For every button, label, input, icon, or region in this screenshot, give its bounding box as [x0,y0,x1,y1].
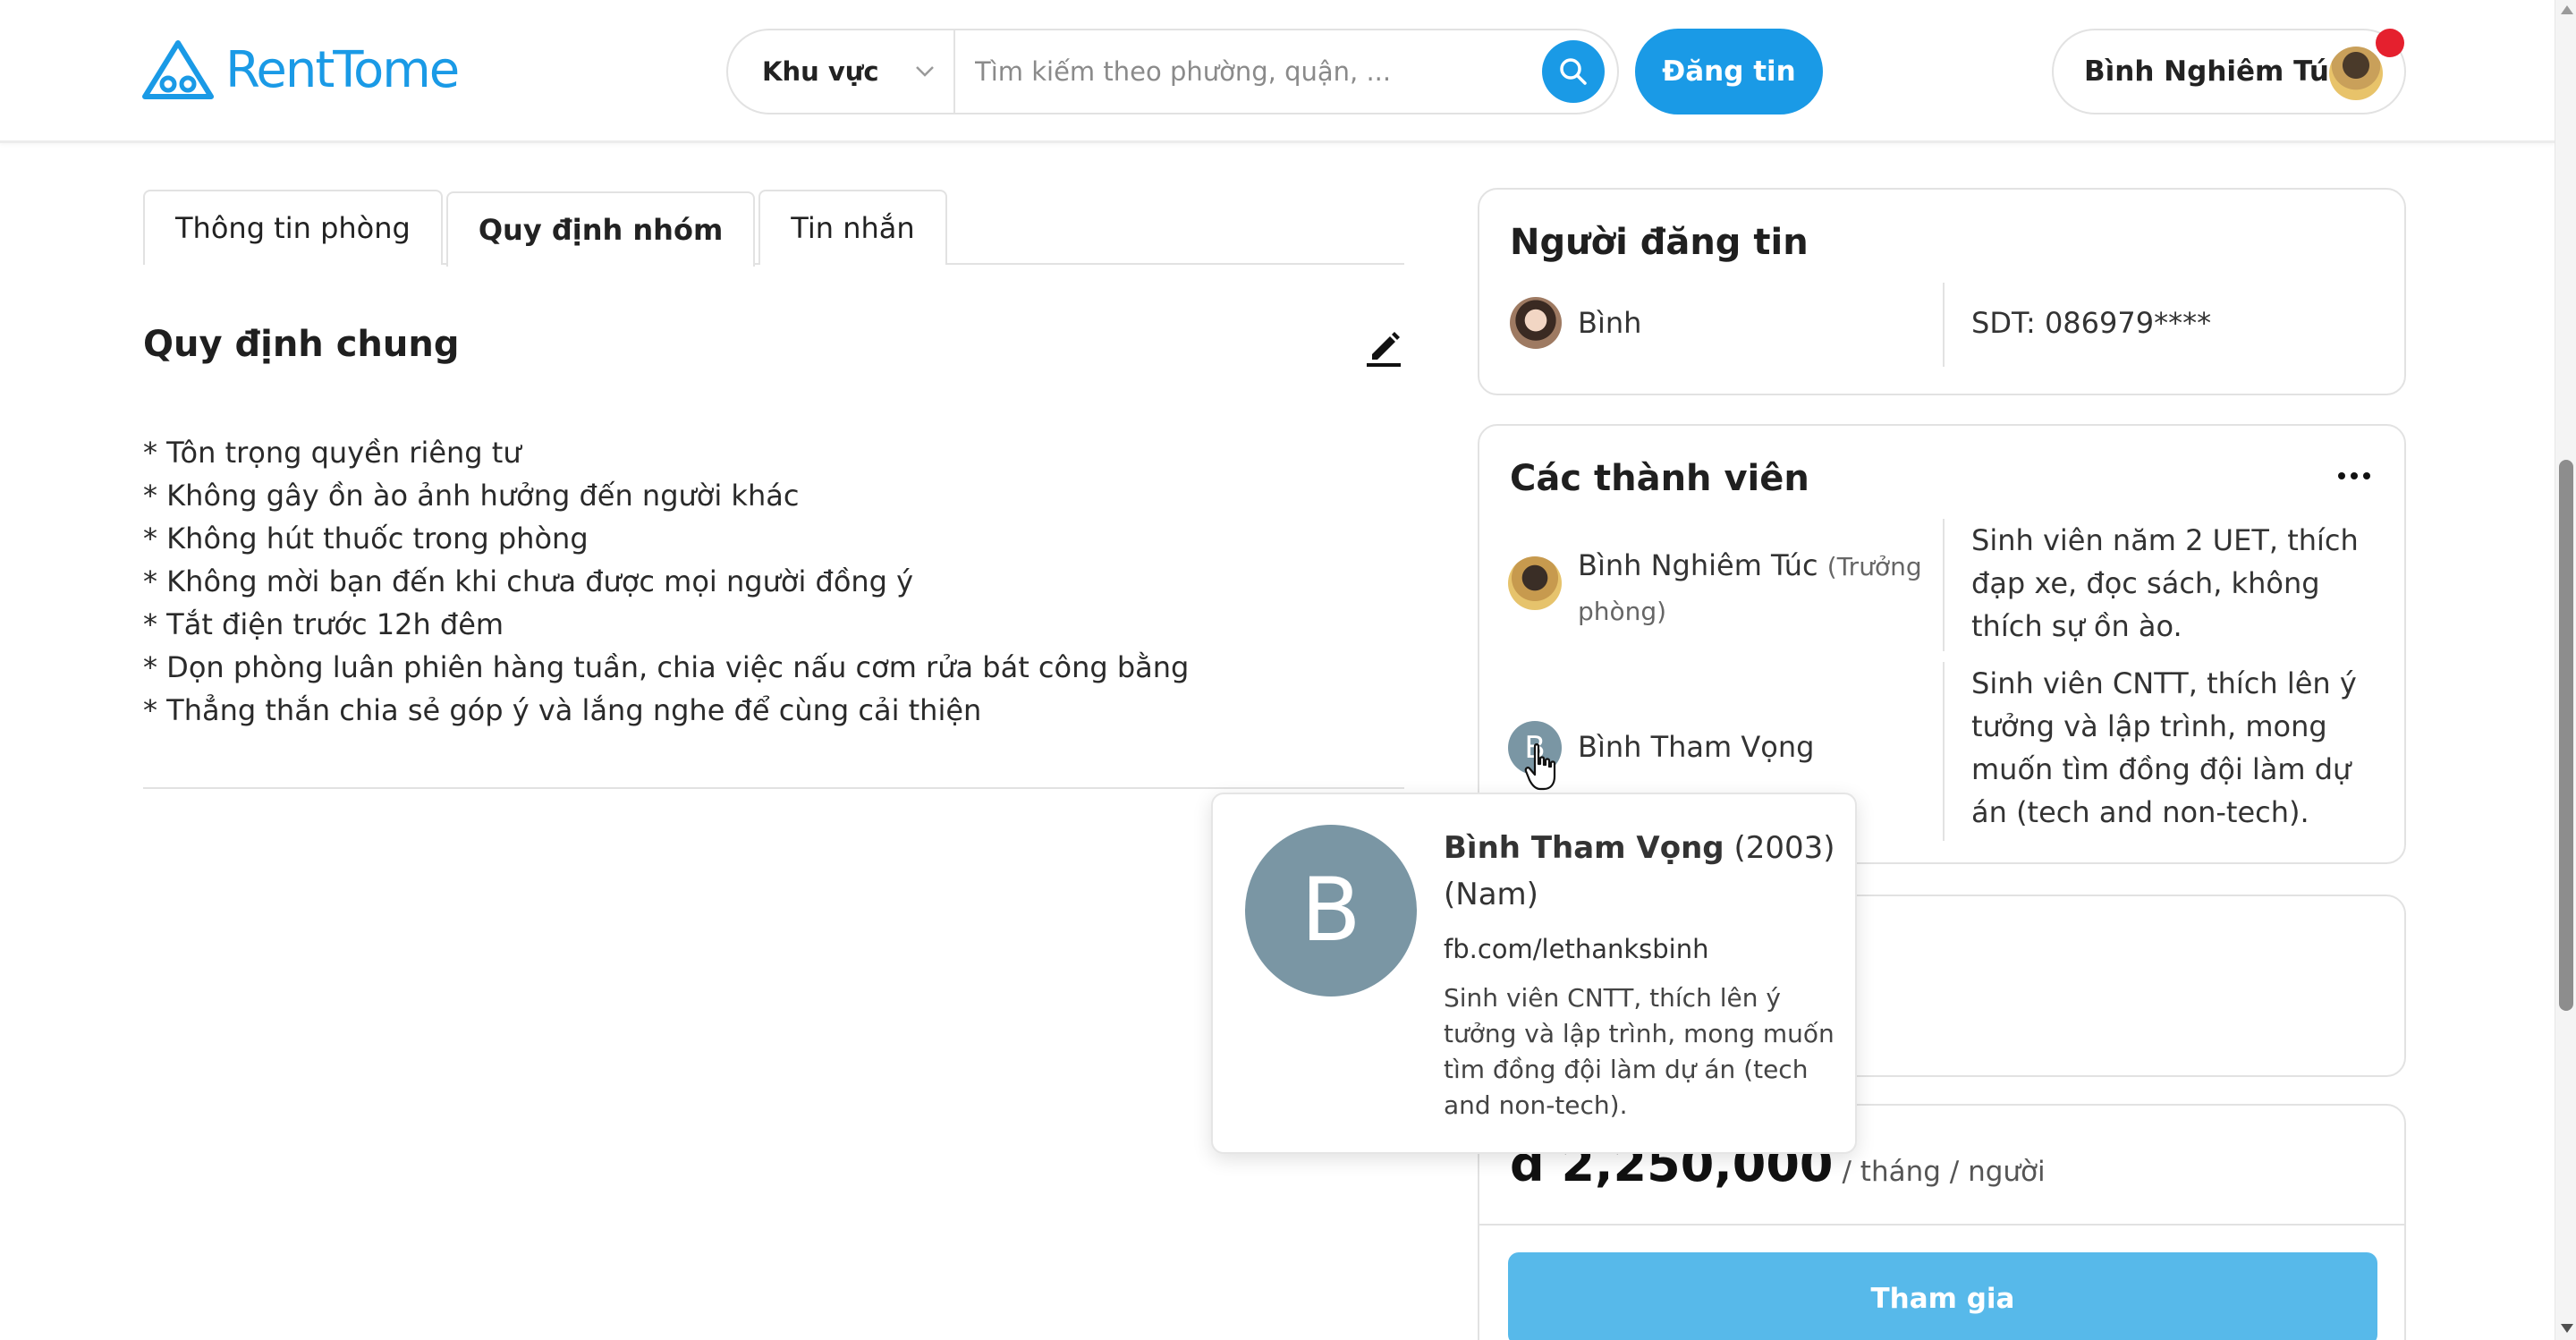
search-icon [1560,58,1587,85]
member-name[interactable]: Bình Nghiêm Túc (Trưởng phòng) [1578,544,1945,633]
edit-icon[interactable] [1363,327,1404,369]
scroll-up-arrow-icon[interactable] [2561,5,2573,14]
logo-icon [142,40,214,99]
rule-item: * Tắt điện trước 12h đêm [143,607,504,641]
vertical-scrollbar[interactable] [2555,0,2576,1340]
rule-item: * Không mời bạn đến khi chưa được mọi ng… [143,564,914,598]
divider [1479,1224,2404,1226]
region-select[interactable]: Khu vực [728,30,955,113]
user-avatar [2329,47,2383,100]
scroll-down-arrow-icon[interactable] [2561,1324,2573,1333]
tab-group-rules[interactable]: Quy định nhóm [445,191,756,267]
popover-avatar: B [1245,825,1417,997]
user-menu[interactable]: Bình Nghiêm Túc [2052,29,2406,114]
notification-dot [2376,29,2404,57]
poster-avatar[interactable] [1510,297,1562,349]
join-button[interactable]: Tham gia [1508,1252,2377,1340]
popover-birth-year: (2003) [1724,830,1835,866]
rule-item: * Tôn trọng quyền riêng tư [143,436,521,470]
rules-list: * Tôn trọng quyền riêng tư * Không gây ồ… [143,431,1189,732]
rule-item: * Dọn phòng luân phiên hàng tuần, chia v… [143,650,1190,684]
member-profile-popover: B Bình Tham Vọng (2003) (Nam) fb.com/let… [1211,793,1857,1154]
more-options-icon[interactable] [2336,471,2372,481]
hand-cursor-icon [1524,743,1556,791]
member-name[interactable]: Bình Tham Vọng [1578,730,1814,764]
region-select-label: Khu vực [762,56,879,87]
popover-header: Bình Tham Vọng (2003) (Nam) [1444,825,1837,918]
search-bar: Khu vực [726,29,1619,114]
member-avatar[interactable] [1508,556,1562,610]
logo-text: RentTome [225,40,460,99]
logo[interactable]: RentTome [141,39,460,100]
popover-name: Bình Tham Vọng [1444,830,1724,866]
scrollbar-thumb[interactable] [2559,460,2573,1011]
member-bio: Sinh viên CNTT, thích lên ý tưởng và lập… [1971,666,2357,829]
divider [1943,662,1945,841]
popover-bio: Sinh viên CNTT, thích lên ý tưởng và lập… [1444,983,1835,1120]
members-card-title: Các thành viên [1510,458,1809,499]
top-navbar: RentTome Khu vực Đăng tin Bình Nghiêm Tú… [0,0,2555,143]
poster-card: Người đăng tin Bình SDT: 086979**** [1478,188,2406,395]
divider [143,787,1404,789]
popover-facebook-link[interactable]: fb.com/lethanksbinh [1444,934,1708,964]
divider [1943,283,1945,367]
chevron-down-icon [915,66,934,77]
search-input[interactable] [955,30,1542,113]
poster-name[interactable]: Bình [1578,306,1641,340]
rules-title: Quy định chung [143,324,460,365]
member-name-text: Bình Nghiêm Túc [1578,548,1818,582]
member-bio: Sinh viên năm 2 UET, thích đạp xe, đọc s… [1971,523,2359,643]
tab-messages[interactable]: Tin nhắn [758,190,947,265]
divider [1943,519,1945,651]
popover-gender: (Nam) [1444,877,1538,912]
price-unit: / tháng / người [1842,1156,2046,1188]
room-tabs: Thông tin phòng Quy định nhóm Tin nhắn [143,190,1404,267]
rule-item: * Không gây ồn ào ảnh hưởng đến người kh… [143,479,800,513]
user-name: Bình Nghiêm Túc [2084,55,2346,88]
rule-item: * Không hút thuốc trong phòng [143,522,589,556]
tab-room-info[interactable]: Thông tin phòng [143,190,443,265]
search-button[interactable] [1542,40,1605,103]
poster-card-title: Người đăng tin [1510,222,1809,263]
rule-item: * Thẳng thắn chia sẻ góp ý và lắng nghe … [143,693,982,727]
post-listing-button[interactable]: Đăng tin [1635,29,1823,114]
poster-phone: SDT: 086979**** [1971,306,2212,340]
